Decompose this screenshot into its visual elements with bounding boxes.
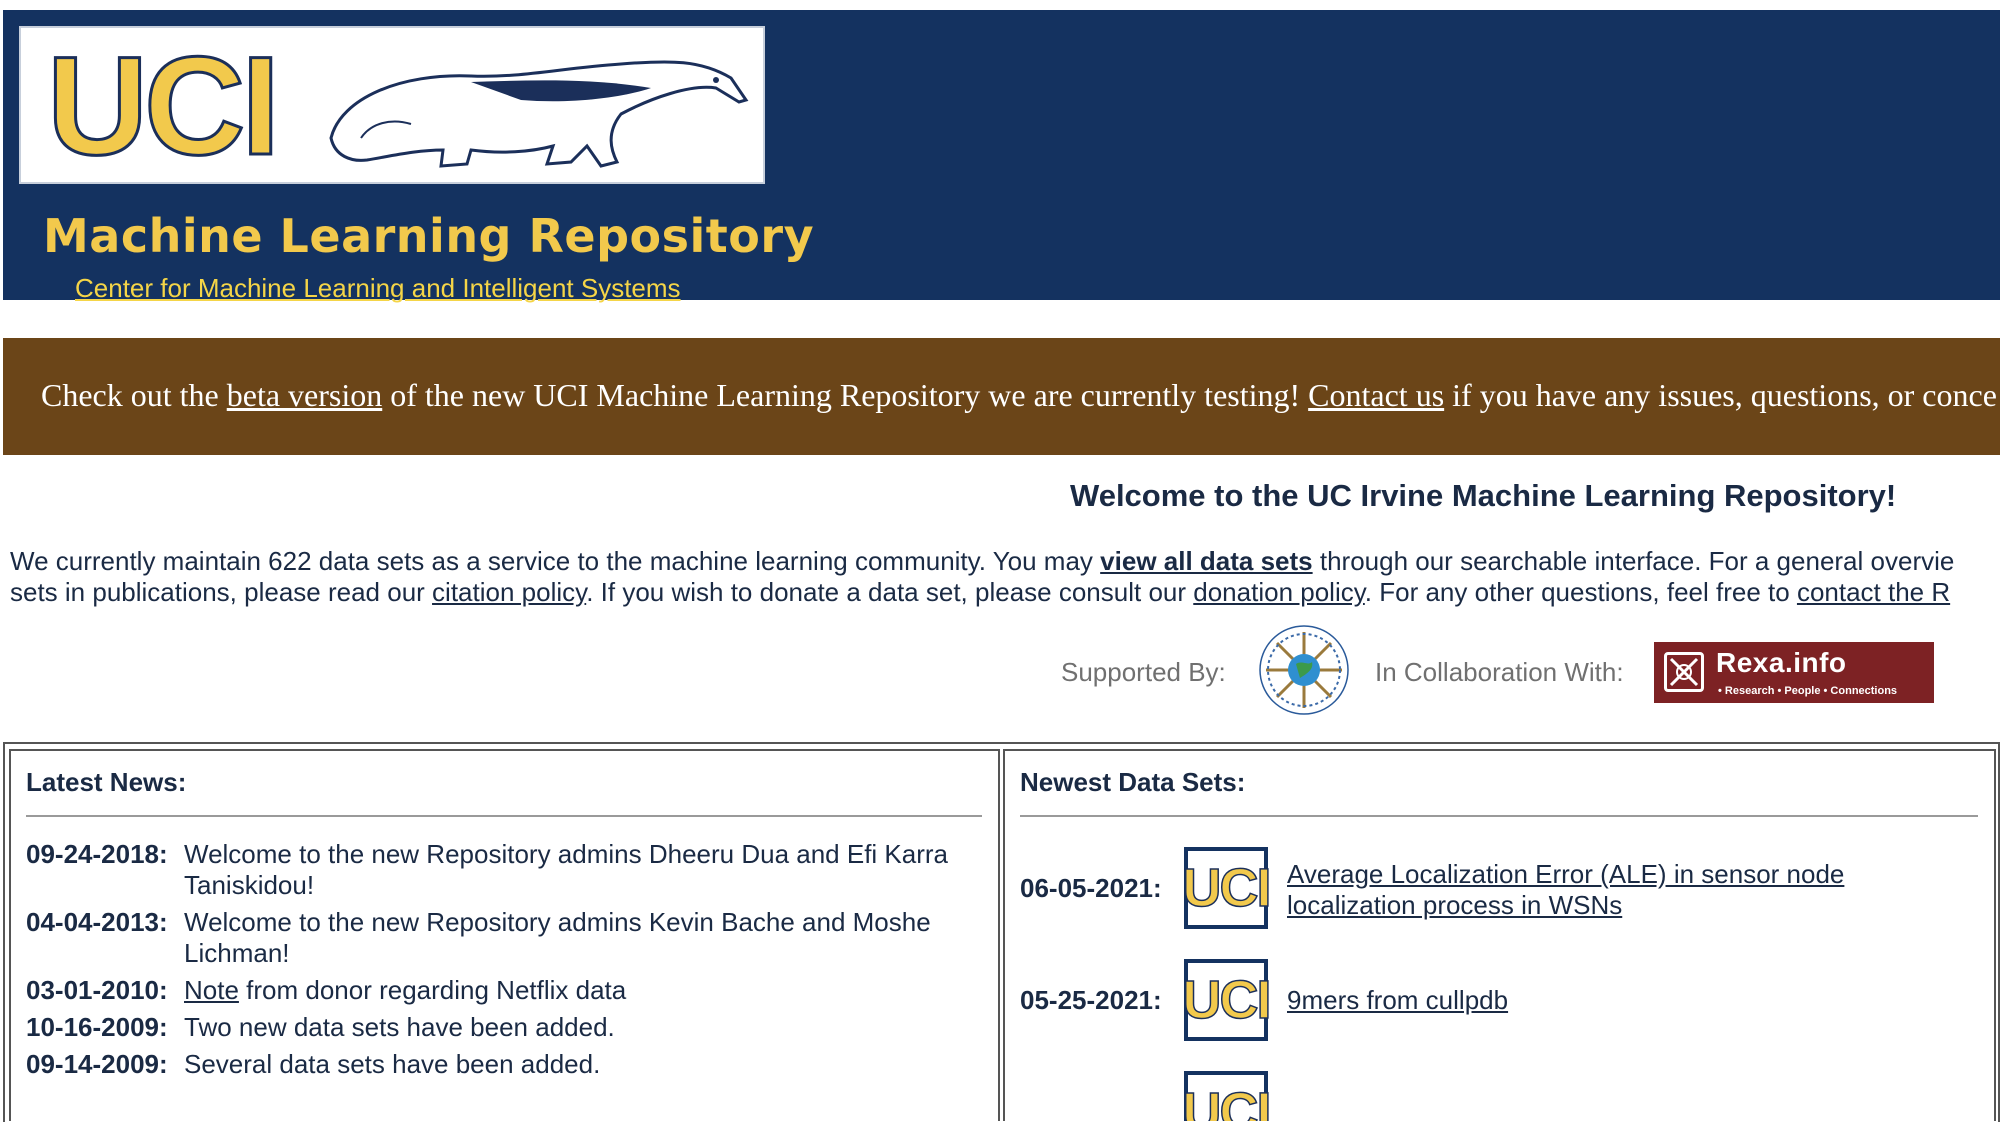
intro-line-1: We currently maintain 622 data sets as a… [10,546,2000,577]
collaboration-label: In Collaboration With: [1375,657,1624,687]
news-list: 09-24-2018: Welcome to the new Repositor… [26,839,986,1086]
dataset-item-partial: UCI [1020,1071,1980,1121]
news-item: 09-24-2018: Welcome to the new Repositor… [26,839,986,901]
intro-text: . For any other questions, feel free to [1364,577,1790,607]
rexa-tagline: • Research • People • Connections [1718,685,1898,697]
dataset-thumbnail[interactable]: UCI [1182,1071,1272,1121]
banner-middle: of the new UCI Machine Learning Reposito… [390,377,1301,413]
news-date: 04-04-2013: [26,907,168,937]
banner-prefix: Check out the [41,377,219,413]
dataset-thumbnail-inner: UCI [1182,963,1272,1037]
uci-thumb-text: UCI [1182,858,1273,918]
beta-banner-text: Check out the beta version of the new UC… [41,375,1997,415]
dataset-thumbnail-inner: UCI [1182,1075,1272,1121]
rexa-logo[interactable]: Rexa.info • Research • People • Connecti… [1654,642,1934,703]
intro-text: sets in publications, please read our [10,577,425,607]
cml-link-wrapper: Center for Machine Learning and Intellig… [75,272,681,304]
news-text: Welcome to the new Repository admins Dhe… [184,839,949,900]
news-item: 09-14-2009: Several data sets have been … [26,1049,986,1080]
intro-text: We currently maintain 622 data sets as a… [10,546,1093,576]
dataset-link[interactable]: 9mers from cullpdb [1287,985,1967,1016]
supported-by-label: Supported By: [1061,657,1226,687]
latest-news-panel: Latest News: 09-24-2018: Welcome to the … [9,749,1000,1121]
news-date: 03-01-2010: [26,975,168,1005]
news-text: Note from donor regarding Netflix data [184,975,986,1006]
news-text-rest: from donor regarding Netflix data [238,975,627,1005]
divider [1020,815,1978,817]
uci-logo[interactable]: UCI [19,26,765,184]
uci-thumb-text: UCI [1182,970,1273,1030]
news-text: Two new data sets have been added. [184,1012,615,1042]
dataset-item: 05-25-2021: UCI 9mers from cullpdb [1020,959,1980,1041]
dataset-thumbnail[interactable]: UCI [1182,959,1272,1041]
news-text: Welcome to the new Repository admins Kev… [184,907,931,968]
news-date: 09-14-2009: [26,1049,168,1079]
news-date: 10-16-2009: [26,1012,168,1042]
nsf-logo-icon[interactable] [1256,622,1352,718]
dataset-date: 06-05-2021: [1020,873,1162,903]
news-item: 10-16-2009: Two new data sets have been … [26,1012,986,1043]
repository-title: Machine Learning Repository [43,209,815,263]
cml-link[interactable]: Center for Machine Learning and Intellig… [75,273,681,303]
banner-contact-link[interactable]: Contact us [1308,377,1444,413]
dataset-thumbnail-inner: UCI [1182,851,1272,925]
news-item: 04-04-2013: Welcome to the new Repositor… [26,907,986,969]
netflix-note-link[interactable]: Note [184,975,239,1005]
citation-policy-link[interactable]: citation policy [432,577,586,607]
uci-logo-text: UCI [45,27,281,184]
anteater-icon [329,60,749,168]
dataset-item: 06-05-2021: UCI Average Localization Err… [1020,847,1980,929]
intro-paragraph: We currently maintain 622 data sets as a… [10,546,2000,608]
newest-datasets-title: Newest Data Sets: [1020,767,1246,797]
news-date: 09-24-2018: [26,839,168,869]
intro-text: . If you wish to donate a data set, plea… [586,577,1187,607]
view-all-datasets-link[interactable]: view all data sets [1100,546,1312,576]
rexa-mark-icon [1664,652,1704,692]
contact-repository-link[interactable]: contact the R [1797,577,1950,607]
dataset-thumbnail[interactable]: UCI [1182,847,1272,929]
site-header: UCI Machine Learning Repository Center f… [3,10,2000,303]
uci-thumb-text: UCI [1182,1082,1273,1121]
divider [26,815,982,817]
dataset-date: 05-25-2021: [1020,985,1162,1015]
welcome-heading: Welcome to the UC Irvine Machine Learnin… [1070,478,1897,513]
news-text: Several data sets have been added. [184,1049,601,1079]
beta-banner: Check out the beta version of the new UC… [3,338,2000,455]
intro-line-2: sets in publications, please read our ci… [10,577,2000,608]
donation-policy-link[interactable]: donation policy [1193,577,1365,607]
latest-news-title: Latest News: [26,767,187,797]
dataset-link[interactable]: Average Localization Error (ALE) in sens… [1287,859,1967,921]
banner-suffix: if you have any issues, questions, or co… [1452,377,1997,413]
news-item: 03-01-2010: Note from donor regarding Ne… [26,975,986,1006]
rexa-name: Rexa.info [1716,647,1847,678]
newest-datasets-panel: Newest Data Sets: 06-05-2021: UCI Averag… [1003,749,1996,1121]
beta-version-link[interactable]: beta version [227,377,383,413]
intro-text: through our searchable interface. For a … [1319,546,1955,576]
